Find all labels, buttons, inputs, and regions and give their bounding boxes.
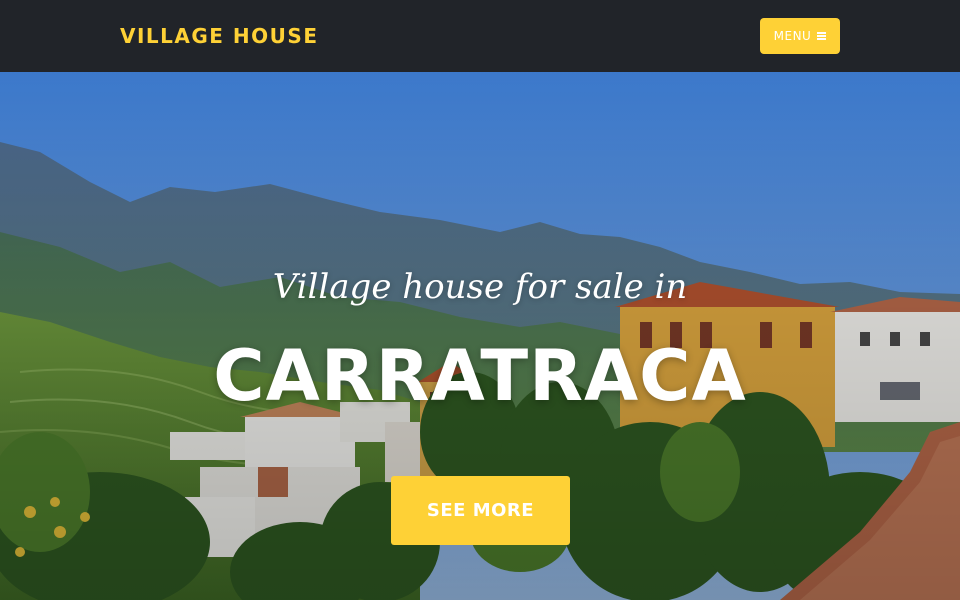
- menu-button[interactable]: MENU: [760, 18, 840, 54]
- see-more-button[interactable]: SEE MORE: [391, 476, 570, 545]
- brand-logo-link[interactable]: VILLAGE HOUSE: [120, 22, 318, 50]
- hero-content: Village house for sale in CARRATRACA SEE…: [0, 72, 960, 600]
- hero-subheading: Village house for sale in: [272, 267, 688, 307]
- hero-section: Village house for sale in CARRATRACA SEE…: [0, 72, 960, 600]
- hero-heading: CARRATRACA: [213, 335, 747, 417]
- navbar: VILLAGE HOUSE MENU: [0, 0, 960, 72]
- page: VILLAGE HOUSE MENU Village house for sal…: [0, 0, 960, 600]
- bars-icon: [817, 32, 827, 40]
- menu-label: MENU: [773, 29, 812, 43]
